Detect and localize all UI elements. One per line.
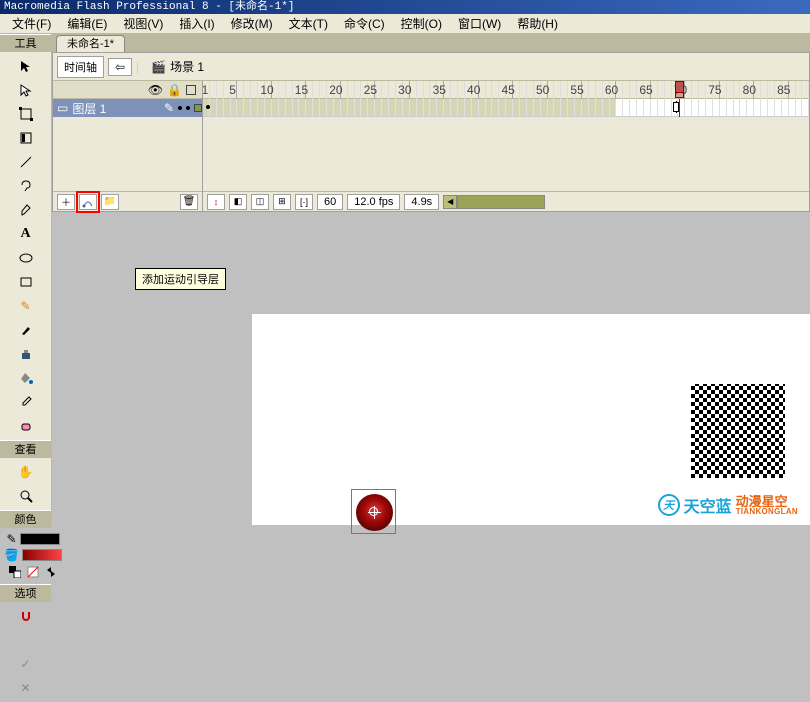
- timeline-toggle-button[interactable]: 时间轴: [57, 56, 104, 78]
- ink-bottle-tool[interactable]: [15, 343, 37, 365]
- document-tab-row: 未命名-1*: [52, 34, 810, 52]
- smooth-option[interactable]: [15, 629, 37, 651]
- insert-layer-folder-button[interactable]: 📁: [101, 194, 119, 210]
- brand-logo-icon: 天: [658, 494, 680, 516]
- layer-type-icon: ▭: [57, 101, 68, 115]
- lasso-tool[interactable]: [15, 175, 37, 197]
- insert-layer-button[interactable]: ＋: [57, 194, 75, 210]
- paint-bucket-tool[interactable]: [15, 367, 37, 389]
- onion-skin-outlines-button[interactable]: ◫: [251, 194, 269, 210]
- eyedropper-tool[interactable]: [15, 391, 37, 413]
- rectangle-tool[interactable]: [15, 271, 37, 293]
- frames-row[interactable]: [203, 99, 809, 117]
- layer-visible-dot[interactable]: [178, 106, 182, 110]
- stroke-color-swatch[interactable]: [20, 533, 60, 545]
- playhead[interactable]: [679, 99, 680, 117]
- fill-color-swatch[interactable]: [22, 549, 62, 561]
- pen-tool[interactable]: [15, 199, 37, 221]
- current-frame-field: 60: [317, 194, 343, 210]
- document-tab[interactable]: 未命名-1*: [56, 35, 125, 52]
- menu-bar: 文件(F) 编辑(E) 视图(V) 插入(I) 修改(M) 文本(T) 命令(C…: [0, 14, 810, 34]
- gradient-transform-tool[interactable]: [15, 127, 37, 149]
- fill-icon: 🪣: [4, 548, 19, 562]
- modify-onion-markers-button[interactable]: [·]: [295, 194, 313, 210]
- frames-scrollbar[interactable]: ◀: [443, 195, 805, 209]
- menu-window[interactable]: 窗口(W): [450, 13, 509, 34]
- add-motion-guide-highlight: [76, 191, 100, 213]
- pencil-tool[interactable]: ✎: [15, 295, 37, 317]
- view-header: 查看: [0, 440, 51, 458]
- tools-header: 工具: [0, 34, 51, 52]
- scroll-left-icon[interactable]: ◀: [443, 195, 457, 209]
- menu-edit[interactable]: 编辑(E): [59, 13, 115, 34]
- brand-name-cn: 天空蓝: [684, 493, 732, 517]
- elapsed-time-field: 4.9s: [404, 194, 439, 210]
- fps-field: 12.0 fps: [347, 194, 400, 210]
- center-frame-button[interactable]: ↕: [207, 194, 225, 210]
- selection-bounding-box[interactable]: [351, 489, 396, 534]
- brush-tool[interactable]: [15, 319, 37, 341]
- options-header: 选项: [0, 584, 51, 602]
- layer-name-label: 图层 1: [72, 100, 106, 117]
- option-3[interactable]: ✓: [15, 653, 37, 675]
- hand-tool[interactable]: ✋: [15, 461, 37, 483]
- back-button[interactable]: ⇦: [108, 58, 132, 76]
- default-colors-button[interactable]: [8, 565, 22, 579]
- text-tool[interactable]: A: [15, 223, 37, 245]
- eye-icon[interactable]: 👁: [148, 83, 163, 97]
- menu-commands[interactable]: 命令(C): [336, 13, 393, 34]
- no-color-button[interactable]: [26, 565, 40, 579]
- free-transform-tool[interactable]: [15, 103, 37, 125]
- scene-label[interactable]: 🎬 场景 1: [151, 58, 204, 75]
- oval-tool[interactable]: [15, 247, 37, 269]
- menu-help[interactable]: 帮助(H): [509, 13, 566, 34]
- tooltip-add-motion-guide: 添加运动引导层: [135, 268, 226, 290]
- frame-ruler[interactable]: 1510152025303540455055606570758085: [203, 81, 809, 99]
- option-4[interactable]: ✕: [15, 677, 37, 699]
- menu-insert[interactable]: 插入(I): [171, 13, 222, 34]
- keyframe-dot: [206, 105, 210, 109]
- timeline-panel: 时间轴 ⇦ | 🎬 场景 1 👁 🔒 ▭ 图层 1 ✎: [52, 52, 810, 212]
- eraser-tool[interactable]: [15, 415, 37, 437]
- onion-skin-button[interactable]: ◧: [229, 194, 247, 210]
- tool-panel: 工具 A ✎ 查看 ✋ 颜色 ✎ 🪣 选项 ✓ ✕: [0, 34, 52, 525]
- edit-multiple-frames-button[interactable]: ⊞: [273, 194, 291, 210]
- layer-pencil-icon: ✎: [164, 101, 174, 115]
- lock-icon[interactable]: 🔒: [167, 83, 182, 97]
- brand-name-en: TIANKONGLAN: [736, 508, 798, 516]
- title-bar: Macromedia Flash Professional 8 - [未命名-1…: [0, 0, 810, 14]
- zoom-tool[interactable]: [15, 485, 37, 507]
- layer-row[interactable]: ▭ 图层 1 ✎: [53, 99, 202, 117]
- menu-file[interactable]: 文件(F): [4, 13, 59, 34]
- subselection-tool[interactable]: [15, 79, 37, 101]
- menu-text[interactable]: 文本(T): [281, 13, 336, 34]
- line-tool[interactable]: [15, 151, 37, 173]
- layer-lock-dot[interactable]: [186, 106, 190, 110]
- menu-modify[interactable]: 修改(M): [223, 13, 281, 34]
- stroke-icon: ✎: [6, 532, 16, 546]
- color-header: 颜色: [0, 510, 51, 528]
- snap-option[interactable]: [15, 605, 37, 627]
- menu-control[interactable]: 控制(O): [393, 13, 450, 34]
- scene-clapper-icon: 🎬: [151, 60, 166, 74]
- swap-colors-button[interactable]: [44, 565, 58, 579]
- outline-icon[interactable]: [186, 85, 196, 95]
- brand-sub-cn: 动漫星空: [736, 495, 798, 508]
- layer-outline-swatch[interactable]: [194, 104, 202, 112]
- qr-code-watermark: [678, 371, 798, 491]
- menu-view[interactable]: 视图(V): [115, 13, 171, 34]
- selection-tool[interactable]: [15, 55, 37, 77]
- delete-layer-button[interactable]: 🗑: [180, 194, 198, 210]
- add-motion-guide-button[interactable]: [79, 194, 97, 210]
- registration-point-icon: [369, 507, 378, 516]
- brand-watermark: 天 天空蓝 动漫星空 TIANKONGLAN: [658, 491, 798, 519]
